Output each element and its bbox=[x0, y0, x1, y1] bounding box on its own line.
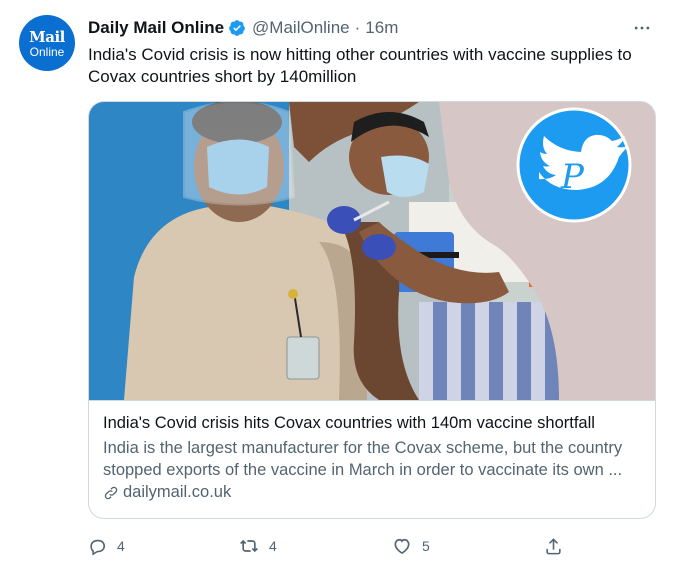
timestamp[interactable]: 16m bbox=[365, 18, 398, 38]
card-title[interactable]: India's Covid crisis hits Covax countrie… bbox=[103, 413, 641, 434]
reply-button[interactable]: 4 bbox=[88, 534, 125, 558]
retweet-button[interactable]: 4 bbox=[239, 534, 277, 558]
display-name[interactable]: Daily Mail Online bbox=[88, 18, 224, 38]
tweet-text: India's Covid crisis is now hitting othe… bbox=[88, 45, 632, 86]
handle[interactable]: @MailOnline bbox=[252, 18, 350, 38]
action-bar: 4 4 5 bbox=[88, 534, 568, 558]
card-body[interactable]: India's Covid crisis hits Covax countrie… bbox=[89, 400, 655, 518]
more-options-icon[interactable] bbox=[629, 16, 655, 40]
card-description: India is the largest manufacturer for th… bbox=[103, 439, 623, 479]
svg-text:P: P bbox=[560, 157, 585, 197]
separator-dot: · bbox=[354, 18, 361, 37]
like-button[interactable]: 5 bbox=[392, 534, 430, 558]
reply-icon bbox=[90, 539, 106, 555]
share-button[interactable] bbox=[544, 534, 563, 558]
tweet[interactable]: Mail Online Daily Mail Online @MailOnlin… bbox=[0, 0, 679, 566]
twitter-bird-watermark-icon: P bbox=[516, 107, 632, 223]
retweet-icon bbox=[240, 539, 258, 553]
card-domain[interactable]: dailymail.co.uk bbox=[103, 483, 641, 502]
retweet-count: 4 bbox=[269, 538, 277, 554]
avatar-logo-line2: Online bbox=[29, 45, 65, 59]
share-icon bbox=[546, 537, 561, 554]
card-image[interactable]: -1 bbox=[89, 102, 655, 400]
avatar-logo-line1: Mail bbox=[29, 28, 65, 46]
avatar[interactable]: Mail Online bbox=[19, 15, 75, 71]
link-card[interactable]: -1 bbox=[88, 101, 656, 519]
verified-badge-icon bbox=[228, 19, 246, 37]
reply-count: 4 bbox=[117, 538, 125, 554]
like-count: 5 bbox=[422, 538, 430, 554]
like-icon bbox=[394, 538, 410, 555]
tweet-header: Daily Mail Online @MailOnline · 16m bbox=[88, 16, 659, 40]
card-domain-text: dailymail.co.uk bbox=[123, 483, 232, 501]
link-icon bbox=[104, 486, 118, 499]
